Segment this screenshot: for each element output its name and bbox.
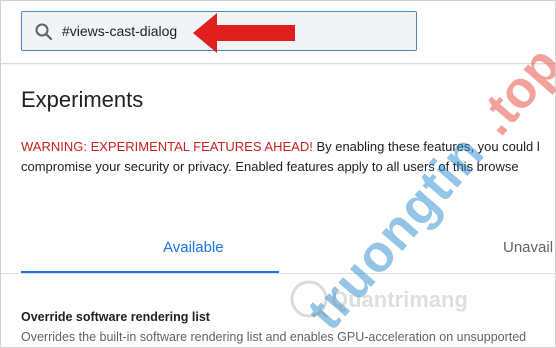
page-title: Experiments [21,87,144,112]
tab-divider [1,273,555,274]
tab-available[interactable]: Available [163,239,224,256]
experiment-name: Override software rendering list [21,310,210,324]
browser-page: Experiments WARNING: EXPERIMENTAL FEATUR… [0,0,556,348]
warning-line1-rest: By enabling these features, you could l [312,139,540,154]
tab-unavailable[interactable]: Unavail [503,239,553,256]
watermark-secondary: Quantrimang [290,280,468,319]
experiment-description: Overrides the built-in software renderin… [21,330,527,344]
search-icon [35,23,53,41]
warning-line2: compromise your security or privacy. Ena… [21,159,519,174]
tab-strip: Available Unavail [1,227,555,274]
watermark-secondary-text: Quantrimang [331,287,468,312]
experiments-warning: WARNING: EXPERIMENTAL FEATURES AHEAD! By… [21,137,555,177]
arrow-left-icon [193,13,295,53]
warning-highlight: WARNING: EXPERIMENTAL FEATURES AHEAD! [21,139,313,154]
